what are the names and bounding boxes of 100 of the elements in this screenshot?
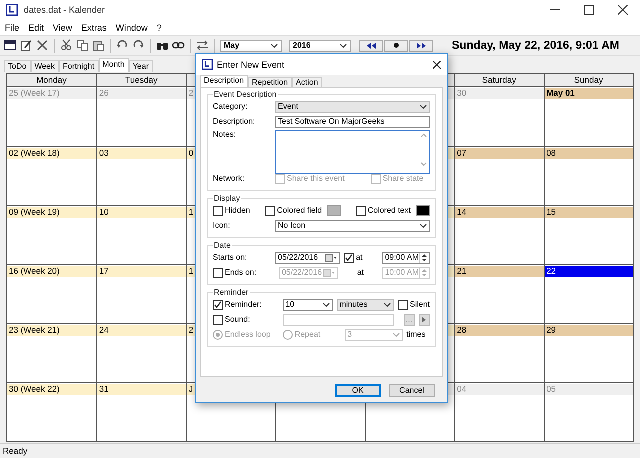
calendar-dropdown-icon[interactable] — [325, 254, 338, 262]
group-title: Reminder — [213, 288, 250, 297]
close-icon[interactable] — [433, 60, 441, 68]
copy-icon[interactable] — [76, 39, 89, 52]
delete-icon[interactable] — [36, 39, 49, 52]
today-button[interactable] — [384, 40, 408, 52]
checkbox[interactable] — [356, 206, 366, 216]
field-label: Network: — [213, 174, 246, 183]
dialog-tab[interactable]: Action — [292, 77, 322, 87]
view-tab[interactable]: Fortnight — [59, 60, 99, 72]
date-bar[interactable]: 23 (Week 21) — [7, 325, 96, 336]
caret-icon — [392, 332, 400, 336]
group-title: Date — [213, 241, 232, 250]
menu-item[interactable]: Extras — [81, 22, 107, 32]
scrollbar-drawing[interactable] — [421, 133, 427, 167]
radio-button[interactable] — [213, 330, 223, 340]
view-tab[interactable]: Year — [128, 60, 153, 72]
date-bar[interactable]: 28 — [455, 325, 544, 336]
field-label: Category: — [213, 102, 249, 111]
checkbox[interactable] — [213, 268, 223, 278]
menu-item[interactable]: Window — [116, 22, 148, 32]
caret-icon — [420, 104, 427, 108]
date-bar[interactable]: 16 (Week 20) — [7, 266, 96, 277]
checkbox[interactable] — [265, 206, 276, 216]
dialog-tab[interactable]: Repetition — [248, 77, 292, 87]
menu-item[interactable]: ? — [156, 22, 162, 32]
checkbox[interactable] — [398, 300, 408, 310]
view-tab[interactable]: Month — [98, 58, 129, 72]
dot-icon — [394, 43, 398, 48]
field-label: Description: — [213, 117, 256, 126]
edit-icon[interactable] — [20, 39, 33, 52]
month-dropdown[interactable]: May — [220, 40, 282, 52]
previous-button[interactable] — [359, 40, 383, 52]
checkbox[interactable] — [213, 314, 223, 324]
checkbox[interactable] — [213, 300, 223, 310]
caret-icon — [271, 44, 278, 48]
maximize-icon[interactable] — [584, 5, 594, 15]
unit-dropdown[interactable]: minutes — [336, 298, 394, 310]
date-bar[interactable]: 02 (Week 18) — [7, 148, 96, 159]
dialog-title: Enter New Event — [217, 60, 286, 70]
paste-icon[interactable] — [92, 39, 105, 52]
date-bar[interactable]: 31 — [97, 384, 186, 395]
date-bar[interactable]: 29 — [544, 325, 633, 336]
rewind-icon — [366, 42, 376, 48]
radio-label: Endless loop — [225, 330, 271, 339]
checkbox[interactable] — [344, 252, 354, 262]
field-label: at — [357, 268, 364, 277]
color-swatch[interactable] — [327, 205, 342, 216]
dialog-tab[interactable]: Description — [200, 75, 248, 87]
date-bar[interactable]: 24 — [97, 325, 186, 336]
date-bar[interactable]: 14 — [455, 207, 544, 218]
dialog-button[interactable]: OK — [335, 384, 381, 397]
sound-field[interactable] — [283, 314, 394, 326]
swap-icon[interactable] — [196, 39, 209, 52]
spinner-icon[interactable] — [419, 252, 429, 262]
day-header: Saturday — [454, 74, 544, 87]
window-title: dates.dat - Kalender — [24, 5, 106, 15]
icon-dropdown[interactable]: No Icon — [275, 220, 430, 232]
menu-item[interactable]: Edit — [28, 22, 44, 32]
current-datetime: Sunday, May 22, 2016, 9:01 AM — [452, 40, 620, 52]
date-bar[interactable]: 17 — [97, 266, 186, 277]
field-label: times — [406, 330, 426, 339]
fast-forward-icon — [416, 42, 426, 48]
amount-dropdown[interactable]: 10 — [282, 298, 333, 310]
group-title: Event Description — [213, 90, 278, 99]
caret-icon — [340, 44, 347, 48]
date-bar[interactable]: 08 — [544, 148, 633, 159]
date-bar[interactable]: 10 — [97, 207, 186, 218]
next-button[interactable] — [409, 40, 433, 52]
app-icon — [6, 4, 18, 16]
cut-icon[interactable] — [60, 39, 73, 52]
field-label: Starts on: — [213, 253, 248, 262]
calendar-icon[interactable] — [4, 39, 17, 52]
date-bar[interactable]: 22 — [544, 266, 633, 277]
date-bar[interactable]: 07 — [455, 148, 544, 159]
date-bar[interactable]: 03 — [97, 148, 186, 159]
year-dropdown[interactable]: 2016 — [289, 40, 351, 52]
date-field[interactable]: 05/22/2016 — [275, 252, 340, 264]
checkbox[interactable] — [213, 206, 223, 216]
view-tab[interactable]: Week — [30, 60, 59, 72]
date-bar[interactable]: 09 (Week 19) — [7, 207, 96, 218]
date-bar[interactable]: May 01 — [544, 88, 633, 99]
date-bar[interactable]: 15 — [544, 207, 633, 218]
dialog-button[interactable]: Cancel — [389, 384, 435, 397]
time-field[interactable]: 09:00 AM — [382, 252, 430, 264]
date-bar[interactable]: 21 — [455, 266, 544, 277]
category-dropdown[interactable]: Event — [275, 100, 430, 112]
checkbox-label: Colored text — [368, 206, 411, 215]
group-title: Display — [213, 194, 242, 203]
description-field[interactable]: Test Software On MajorGeeks — [275, 116, 430, 128]
view-tab[interactable]: ToDo — [4, 60, 31, 72]
day-header: Tuesday — [96, 74, 186, 87]
radio-button[interactable] — [282, 330, 293, 340]
close-icon[interactable] — [618, 5, 628, 15]
play-button[interactable] — [418, 314, 430, 326]
date-bar[interactable]: 30 (Week 22) — [7, 384, 96, 395]
menu-item[interactable]: View — [53, 22, 72, 32]
menu-item[interactable]: File — [5, 22, 20, 32]
color-swatch[interactable] — [416, 205, 430, 216]
notes-field[interactable] — [275, 130, 430, 174]
